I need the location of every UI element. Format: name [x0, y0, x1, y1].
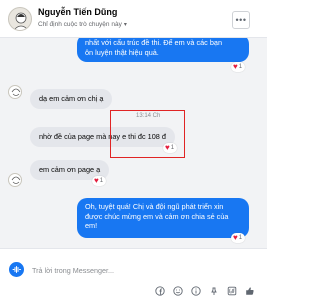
- chevron-down-icon: ▾: [123, 22, 127, 28]
- heart-icon: ♥: [233, 233, 238, 242]
- facebook-button[interactable]: [152, 284, 167, 298]
- message-bubble-incoming[interactable]: dạ em cảm ơn chị ạ: [30, 89, 113, 109]
- heart-icon: ♥: [94, 176, 99, 185]
- reaction-count: 1: [99, 178, 104, 184]
- message-bubble-incoming[interactable]: nhờ đề của page mà nay e thi đc 108 đ: [30, 127, 175, 147]
- conversation-header: Nguyễn Tiến Dũng Chỉ định cuộc trò chuyệ…: [0, 0, 267, 38]
- message-timestamp: 13:14 Ch: [136, 113, 161, 119]
- emoji-icon: [172, 286, 183, 296]
- message-text-line: em!: [85, 221, 98, 230]
- info-icon: [190, 286, 201, 296]
- message-text: nhờ đề của page mà nay e thi đc 108 đ: [39, 132, 166, 141]
- reaction-badge[interactable]: ♥ 1: [231, 62, 246, 72]
- pin-button[interactable]: [206, 284, 221, 298]
- message-bubble-outgoing[interactable]: Oh, tuyệt quá! Chị và đội ngũ phát triển…: [77, 198, 249, 238]
- message-text: em cảm ơn page ạ: [39, 165, 101, 174]
- reaction-count: 1: [238, 64, 243, 70]
- contact-avatar-small: [8, 85, 22, 99]
- reply-input[interactable]: [32, 263, 232, 277]
- contact-name[interactable]: Nguyễn Tiến Dũng: [38, 7, 117, 17]
- reaction-badge[interactable]: ♥ 1: [163, 143, 178, 153]
- facebook-icon: [154, 286, 165, 296]
- heart-icon: ♥: [233, 62, 238, 71]
- message-thread[interactable]: nhất với cấu trúc đề thi. Để em và các b…: [0, 38, 267, 248]
- voice-message-button[interactable]: [9, 262, 24, 277]
- composer-toolbar: [152, 284, 257, 298]
- contact-avatar[interactable]: [8, 7, 32, 31]
- message-composer: [0, 248, 267, 300]
- contact-avatar-small: [8, 173, 22, 187]
- message-text-line: ôn luyện thật hiệu quả.: [85, 47, 159, 57]
- assign-conversation-label: Chỉ định cuộc trò chuyện này: [38, 21, 122, 28]
- more-dots-icon: •••: [235, 15, 247, 25]
- message-text: dạ em cảm ơn chị ạ: [39, 94, 104, 103]
- message-text-line: nhất với cấu trúc đề thi. Để em và các b…: [85, 38, 223, 47]
- reaction-count: 1: [170, 145, 175, 151]
- reaction-badge[interactable]: ♥ 1: [92, 176, 107, 186]
- reaction-count: 1: [238, 235, 243, 241]
- waveform-icon: [12, 266, 21, 273]
- thumbs-up-icon: [245, 287, 254, 295]
- more-options-button[interactable]: •••: [232, 11, 250, 29]
- emoji-button[interactable]: [170, 284, 185, 298]
- gif-icon: [227, 286, 236, 296]
- info-button[interactable]: [188, 284, 203, 298]
- message-bubble-outgoing[interactable]: nhất với cấu trúc đề thi. Để em và các b…: [77, 38, 249, 62]
- like-button[interactable]: [242, 284, 257, 298]
- assign-conversation[interactable]: Chỉ định cuộc trò chuyện này ▾: [38, 21, 127, 28]
- message-text-line: Oh, tuyệt quá! Chị và đội ngũ phát triển…: [85, 202, 224, 211]
- heart-icon: ♥: [165, 143, 170, 152]
- message-text-line: được chúc mừng em và cảm ơn chia sẻ của: [85, 211, 229, 221]
- reaction-badge[interactable]: ♥ 1: [231, 233, 246, 243]
- pin-icon: [210, 287, 217, 295]
- gif-button[interactable]: [224, 284, 239, 298]
